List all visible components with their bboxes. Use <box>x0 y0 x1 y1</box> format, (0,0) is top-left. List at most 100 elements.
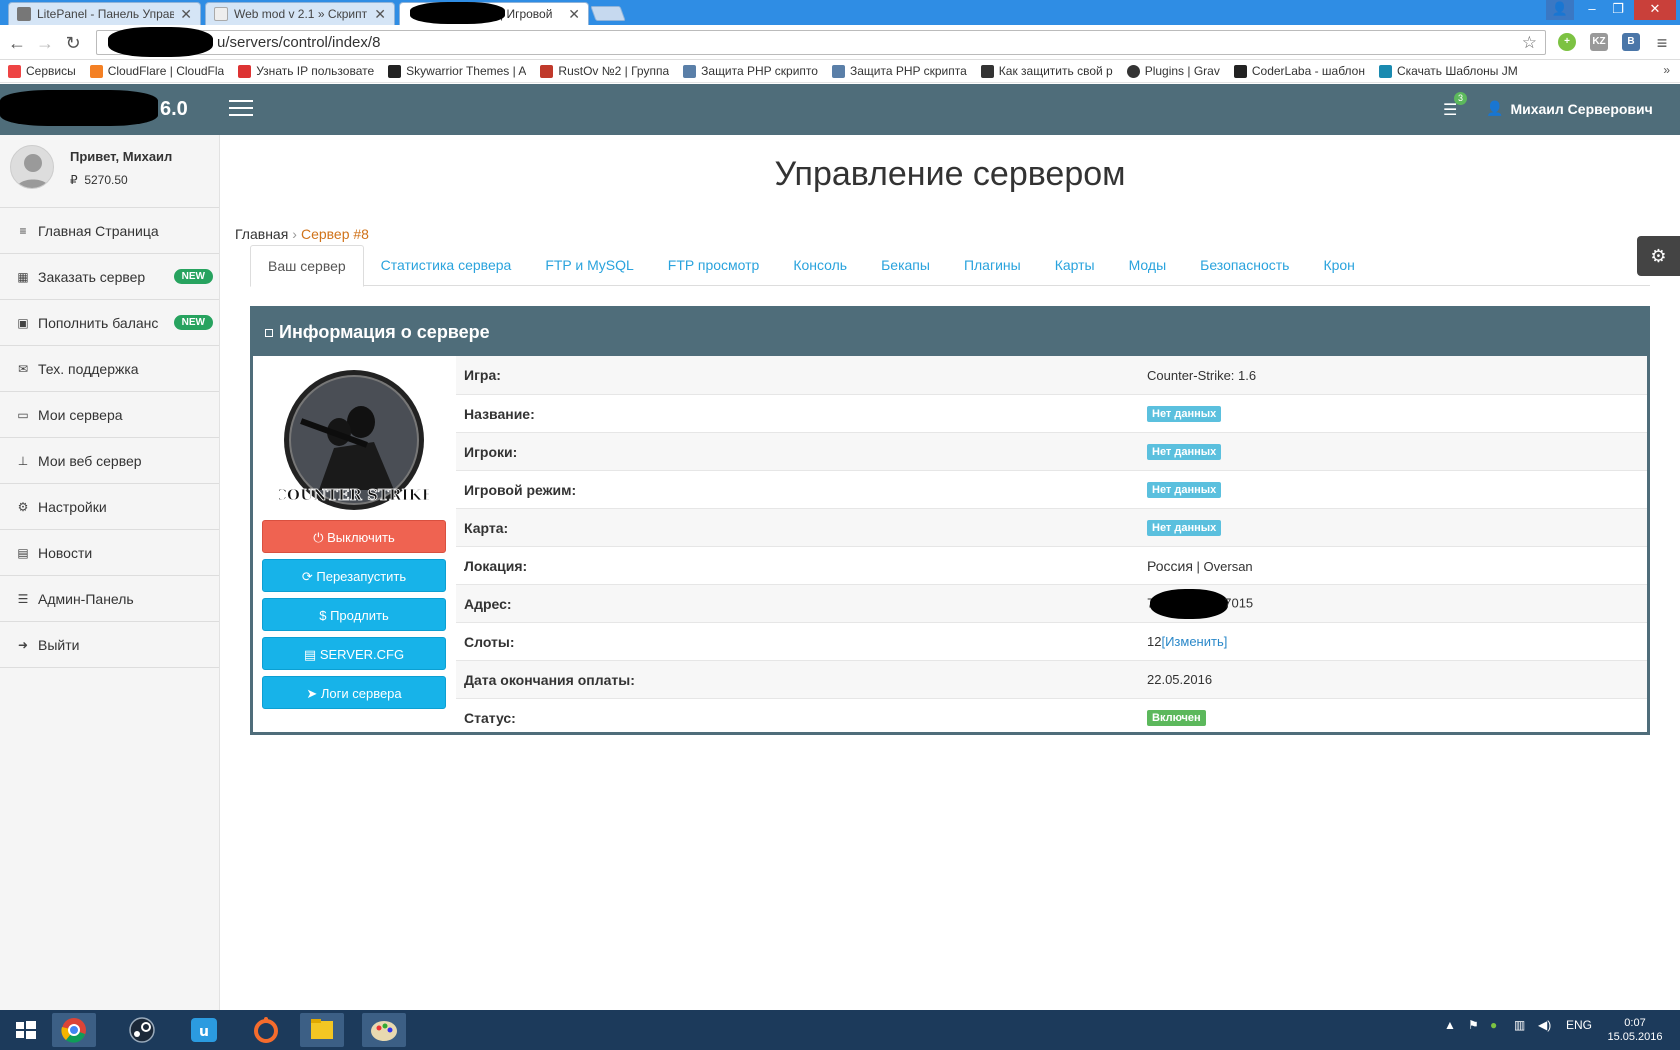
chrome-taskbar-icon[interactable] <box>52 1013 96 1047</box>
table-row: Локация: Россия | Oversan <box>456 546 1647 584</box>
sidebar: Привет, Михаил ₽ 5270.50 ≡ Главная Страни… <box>0 135 220 1010</box>
bookmark-protect[interactable]: Как защитить свой р <box>980 64 1113 78</box>
button-label: Продлить <box>330 608 389 623</box>
forward-icon[interactable]: → <box>34 32 56 54</box>
user-menu[interactable]: 👤 Михаил Серверович <box>1486 100 1653 117</box>
location-separator: | <box>1192 558 1204 574</box>
ruble-icon: ₽ <box>70 173 78 187</box>
sidebar-item-my-servers[interactable]: ▭ Мои сервера <box>0 392 219 438</box>
brand-version[interactable]: 6.0 <box>160 98 188 121</box>
restore-icon[interactable]: ❐ <box>1604 0 1632 20</box>
extension-kz-icon[interactable]: KZ <box>1590 33 1608 51</box>
bookmark-templates[interactable]: Скачать Шаблоны JM <box>1378 64 1518 78</box>
bookmark-grav[interactable]: Plugins | Grav <box>1126 64 1220 78</box>
status-label: Статус: <box>464 709 516 726</box>
bookmark-ip[interactable]: Узнать IP пользовате <box>238 64 374 78</box>
bookmark-label: Сервисы <box>26 64 76 78</box>
reload-icon[interactable]: ↻ <box>62 32 84 54</box>
close-icon[interactable]: ✕ <box>374 6 386 23</box>
breadcrumb-home[interactable]: Главная <box>235 226 288 242</box>
profile-icon[interactable]: 👤 <box>1546 0 1574 20</box>
server-cfg-button[interactable]: ▤ SERVER.CFG <box>262 637 446 670</box>
close-icon[interactable]: ✕ <box>180 6 192 23</box>
file-icon: ▤ <box>303 647 317 662</box>
tab-backups[interactable]: Бекапы <box>864 245 947 286</box>
name-cell: Нет данных <box>1147 405 1647 422</box>
extend-server-button[interactable]: $ Продлить <box>262 598 446 631</box>
sidebar-item-home[interactable]: ≡ Главная Страница <box>0 208 219 254</box>
tab-console[interactable]: Консоль <box>776 245 864 286</box>
bookmark-rustov[interactable]: RustOv №2 | Группа <box>540 64 669 78</box>
extension-green-icon[interactable]: + <box>1558 33 1576 51</box>
server-actions: COUNTER STRIKE ⏻ Выключить ⟳ Перезапусти… <box>253 356 456 732</box>
windows-start-icon[interactable] <box>6 1013 44 1047</box>
system-clock[interactable]: 0:07 15.05.2016 <box>1600 1016 1670 1044</box>
tray-green-icon[interactable]: ● <box>1490 1018 1497 1032</box>
close-icon[interactable]: ✕ <box>568 6 580 23</box>
sidebar-item-order-server[interactable]: ▦ Заказать сервер NEW <box>0 254 219 300</box>
extension-vk-icon[interactable]: B <box>1622 33 1640 51</box>
tab-maps[interactable]: Карты <box>1038 245 1112 286</box>
action-center-flag-icon[interactable]: ⚑ <box>1468 1018 1479 1032</box>
square-icon <box>265 329 273 338</box>
sidebar-item-news[interactable]: ▤ Новости <box>0 530 219 576</box>
sidebar-item-logout[interactable]: ➜ Выйти <box>0 622 219 668</box>
network-icon[interactable]: ▥ <box>1514 1018 1525 1032</box>
sidebar-item-topup[interactable]: ▣ Пополнить баланс NEW <box>0 300 219 346</box>
bookmark-coderlaba[interactable]: CoderLaba - шаблон <box>1233 64 1365 78</box>
browser-tab-1[interactable]: LitePanel - Панель Управ ✕ <box>8 2 201 25</box>
bookmark-skywarrior[interactable]: Skywarrior Themes | A <box>388 64 526 78</box>
chrome-menu-icon[interactable]: ≡ <box>1651 32 1673 54</box>
tab-plugins[interactable]: Плагины <box>947 245 1038 286</box>
slots-label: Слоты: <box>464 633 515 650</box>
stop-server-button[interactable]: ⏻ Выключить <box>262 520 446 553</box>
new-tab-button[interactable] <box>590 6 626 21</box>
paint-taskbar-icon[interactable] <box>362 1013 406 1047</box>
url-input[interactable]: u/servers/control/index/8 ☆ <box>96 30 1546 55</box>
sidebar-item-label: Мои сервера <box>38 406 123 423</box>
origin-taskbar-icon[interactable] <box>244 1013 288 1047</box>
bookmarks-bar: Сервисы CloudFlare | CloudFla Узнать IP … <box>0 60 1680 83</box>
address-label: Адрес: <box>464 595 512 612</box>
app-header: 6.0 ☰ 3 👤 Михаил Серверович <box>0 84 1680 135</box>
file-explorer-taskbar-icon[interactable] <box>300 1013 344 1047</box>
players-cell: Нет данных <box>1147 443 1647 460</box>
restart-server-button[interactable]: ⟳ Перезапустить <box>262 559 446 592</box>
server-logs-button[interactable]: ➤ Логи сервера <box>262 676 446 709</box>
input-language[interactable]: ENG <box>1566 1018 1592 1032</box>
tab-security[interactable]: Безопасность <box>1183 245 1306 286</box>
bookmark-cloudflare[interactable]: CloudFlare | CloudFla <box>89 64 224 78</box>
menu-toggle-icon[interactable] <box>229 100 253 118</box>
sidebar-item-settings[interactable]: ⚙ Настройки <box>0 484 219 530</box>
tab-cron[interactable]: Крон <box>1306 245 1371 286</box>
sidebar-item-admin[interactable]: ☰ Админ-Панель <box>0 576 219 622</box>
tab-ftp-browse[interactable]: FTP просмотр <box>651 245 777 286</box>
bookmark-php-1[interactable]: Защита PHP скрипто <box>683 64 818 78</box>
tray-expand-icon[interactable]: ▲ <box>1444 1018 1456 1032</box>
bookmark-star-icon[interactable]: ☆ <box>1522 31 1537 54</box>
bookmark-services[interactable]: Сервисы <box>8 64 76 78</box>
browser-tab-2[interactable]: Web mod v 2.1 » Скрипт ✕ <box>205 2 395 25</box>
cloudflare-icon <box>89 64 103 78</box>
change-slots-link[interactable]: [Изменить] <box>1161 634 1227 649</box>
sidebar-item-support[interactable]: ✉ Тех. поддержка <box>0 346 219 392</box>
volume-icon[interactable]: ◀) <box>1538 1018 1551 1032</box>
slots-count: 12 <box>1147 634 1162 649</box>
bookmarks-overflow-icon[interactable]: » <box>1663 63 1670 77</box>
close-window-icon[interactable]: ✕ <box>1634 0 1676 20</box>
minimize-icon[interactable]: – <box>1578 0 1606 20</box>
tab-statistics[interactable]: Статистика сервера <box>364 245 529 286</box>
tab-mods[interactable]: Моды <box>1112 245 1184 286</box>
panel-title: Информация о сервере <box>279 322 490 342</box>
steam-taskbar-icon[interactable] <box>120 1013 164 1047</box>
tab-ftp-mysql[interactable]: FTP и MySQL <box>528 245 650 286</box>
apps-grid-icon <box>8 64 21 78</box>
settings-gear-icon[interactable]: ⚙ <box>1637 236 1680 276</box>
browser-tab-title: | Игровой <box>500 7 553 21</box>
sidebar-item-web-server[interactable]: ⊥ Мои веб сервер <box>0 438 219 484</box>
uplay-taskbar-icon[interactable]: u <box>182 1013 226 1047</box>
bookmark-favicon-icon <box>683 64 697 78</box>
tab-your-server[interactable]: Ваш сервер <box>250 245 364 287</box>
back-icon[interactable]: ← <box>6 32 28 54</box>
bookmark-php-2[interactable]: Защита PHP скрипта <box>831 64 967 78</box>
